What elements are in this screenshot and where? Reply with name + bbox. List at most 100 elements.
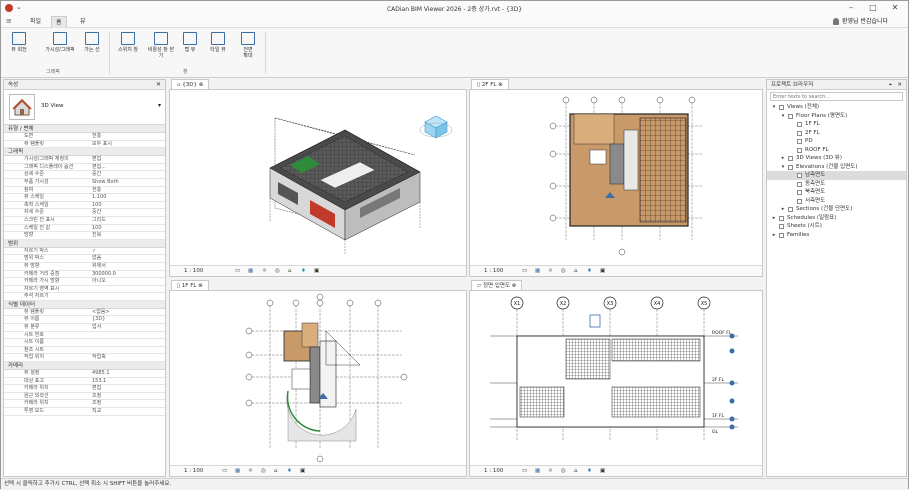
property-value[interactable]: 직교 [92, 408, 101, 415]
panel-close-icon[interactable]: ✕ [156, 80, 161, 90]
view-rotate-button[interactable]: 뷰 회전 [6, 32, 32, 66]
property-value[interactable]: Show Both [92, 179, 119, 186]
app-menu-icon[interactable]: ≡ [6, 17, 12, 25]
browser-tree-item[interactable]: ▾ Views (전체) [767, 103, 906, 112]
view-scale[interactable]: 1 : 100 [484, 466, 503, 476]
property-value[interactable]: ✓ [92, 248, 96, 255]
view-scale[interactable]: 1 : 100 [184, 466, 203, 476]
hide-crop-icon[interactable]: ▣ [314, 266, 319, 276]
property-value[interactable]: 100 [92, 225, 102, 232]
zoom-all-button[interactable]: 전면 확대 [235, 32, 261, 66]
expand-icon[interactable]: ▾ [780, 112, 786, 121]
menu-home[interactable]: 홈 [51, 16, 67, 28]
property-value[interactable]: 그리드 [92, 217, 106, 224]
property-value[interactable]: 편집 [92, 385, 101, 392]
property-value[interactable]: 전층 [92, 187, 101, 194]
crop-icon[interactable]: ♦ [287, 466, 292, 476]
browser-tree-item[interactable]: ROOF FL [767, 146, 906, 155]
view-scale[interactable]: 1 : 100 [484, 266, 503, 276]
tab-1f-plan[interactable]: ▯ 1F FL ⊗ [171, 280, 209, 290]
property-value[interactable]: 아니오 [92, 278, 106, 285]
crop-icon[interactable]: ♦ [587, 266, 592, 276]
minimize-button[interactable]: – [841, 2, 861, 13]
browser-tree-item[interactable]: 1F FL [767, 120, 906, 129]
property-value[interactable]: 업서 [92, 324, 101, 331]
collapse-icon[interactable]: ▸ [780, 205, 786, 214]
property-value[interactable]: 전층 [92, 133, 101, 140]
shadows-icon[interactable]: ◎ [275, 266, 280, 276]
tile-view-button[interactable]: 타일 뷰 [205, 32, 231, 66]
detail-level-icon[interactable]: ▭ [235, 266, 240, 276]
property-value[interactable]: 300000.0 [92, 271, 116, 278]
property-value[interactable]: 4985.1 [92, 370, 110, 377]
tab-2f-plan[interactable]: ▯ 2F FL ⊗ [471, 79, 509, 89]
property-value[interactable]: 진북 [92, 232, 101, 239]
tab-close-icon[interactable]: ⊗ [199, 82, 204, 88]
view-3d-canvas[interactable]: 1 : 100 ▭ ▦ ☼ ◎ ⌂ ♦ ▣ [169, 89, 467, 277]
browser-tree-item[interactable]: ▸ 3D Views (3D 뷰) [767, 154, 906, 163]
sun-path-icon[interactable]: ☼ [262, 266, 267, 276]
browser-tree-item[interactable]: ▾ Floor Plans (평면도) [767, 112, 906, 121]
maximize-button[interactable]: □ [863, 2, 883, 13]
property-value[interactable]: 중간 [92, 171, 101, 178]
property-value[interactable]: 조정 [92, 400, 101, 407]
property-value[interactable]: 작업축 [92, 354, 106, 361]
shadows-icon[interactable]: ◎ [561, 266, 566, 276]
close-button[interactable]: ✕ [885, 2, 905, 13]
menu-view[interactable]: 뷰 [76, 16, 90, 28]
sun-path-icon[interactable]: ☼ [548, 266, 553, 276]
property-section-header[interactable]: 유형 / 변체 [4, 125, 165, 133]
browser-search-input[interactable] [770, 92, 903, 101]
browser-tree-item[interactable]: PD [767, 137, 906, 146]
switch-window-button[interactable]: 스위치 창 [115, 32, 141, 66]
expand-icon[interactable]: ▾ [780, 163, 786, 172]
browser-tree-item[interactable]: 서측면도 [767, 197, 906, 206]
browser-tree-item[interactable]: 2F FL [767, 129, 906, 138]
property-value[interactable]: 중간 [92, 209, 101, 216]
property-value[interactable]: 153.1 [92, 378, 106, 385]
detail-level-icon[interactable]: ▭ [222, 466, 227, 476]
visual-style-icon[interactable]: ▦ [535, 466, 540, 476]
crop-icon[interactable]: ♦ [301, 266, 306, 276]
browser-tree-item[interactable]: ▸ Families [767, 231, 906, 240]
rendering-icon[interactable]: ⌂ [574, 266, 578, 276]
browser-tree-item[interactable]: 동측면도 [767, 180, 906, 189]
property-section-header[interactable]: 식별 데이터 [4, 300, 165, 309]
hide-crop-icon[interactable]: ▣ [600, 466, 605, 476]
browser-tree-item[interactable]: Sheets (시트) [767, 222, 906, 231]
property-value[interactable]: 100 [92, 202, 102, 209]
view-2f-canvas[interactable]: 1 : 100 ▭ ▦ ☼ ◎ ⌂ ♦ ▣ [469, 89, 763, 277]
tab-close-icon[interactable]: ⊗ [512, 283, 517, 289]
collapse-icon[interactable]: ▸ [771, 214, 777, 223]
shadows-icon[interactable]: ◎ [261, 466, 266, 476]
tab-close-icon[interactable]: ⊗ [198, 283, 203, 289]
hide-crop-icon[interactable]: ▣ [300, 466, 305, 476]
view-1f-canvas[interactable]: 1 : 100 ▭ ▦ ☼ ◎ ⌂ ♦ ▣ [169, 290, 467, 477]
collapse-icon[interactable]: ▸ [780, 154, 786, 163]
shadows-icon[interactable]: ◎ [561, 466, 566, 476]
sun-path-icon[interactable]: ☼ [248, 466, 253, 476]
type-selector[interactable]: 3D View ▾ [4, 90, 165, 125]
close-inactive-button[interactable]: 비활성 창 닫기 [147, 32, 175, 66]
browser-tree-item[interactable]: 북측면도 [767, 188, 906, 197]
tab-elevation[interactable]: ▱ 정면 입면도 ⊗ [471, 280, 523, 290]
chevron-down-icon[interactable]: ▾ [158, 102, 161, 109]
property-value[interactable]: 편집... [92, 164, 106, 171]
property-value[interactable]: 위에서 [92, 263, 106, 270]
browser-tree-item[interactable]: ▸ Sections (건물 단면도) [767, 205, 906, 214]
property-value[interactable]: 없음 [92, 255, 101, 262]
tab-3d-view[interactable]: ⌂ {3D} ⊗ [171, 79, 210, 89]
rendering-icon[interactable]: ⌂ [574, 466, 578, 476]
tab-close-icon[interactable]: ⊗ [498, 82, 503, 88]
property-section-header[interactable]: 범위 [4, 239, 165, 248]
tab-view-button[interactable]: 탭 뷰 [177, 32, 203, 66]
thin-lines-button[interactable]: 가는 선 [79, 32, 105, 66]
visual-style-icon[interactable]: ▦ [248, 266, 253, 276]
browser-tree-item[interactable]: 남측면도 [767, 171, 906, 180]
view-elevation-canvas[interactable]: X1 X2 X3 X4 X5 ROOF FL 2F FL 1F FL GL 1 … [469, 290, 763, 477]
browser-tree-item[interactable]: ▾ Elevations (건물 입면도) [767, 163, 906, 172]
visual-style-icon[interactable]: ▦ [535, 266, 540, 276]
property-section-header[interactable]: 그래픽 [4, 148, 165, 157]
pin-icon[interactable]: ⌖ [889, 80, 892, 90]
detail-level-icon[interactable]: ▭ [522, 466, 527, 476]
